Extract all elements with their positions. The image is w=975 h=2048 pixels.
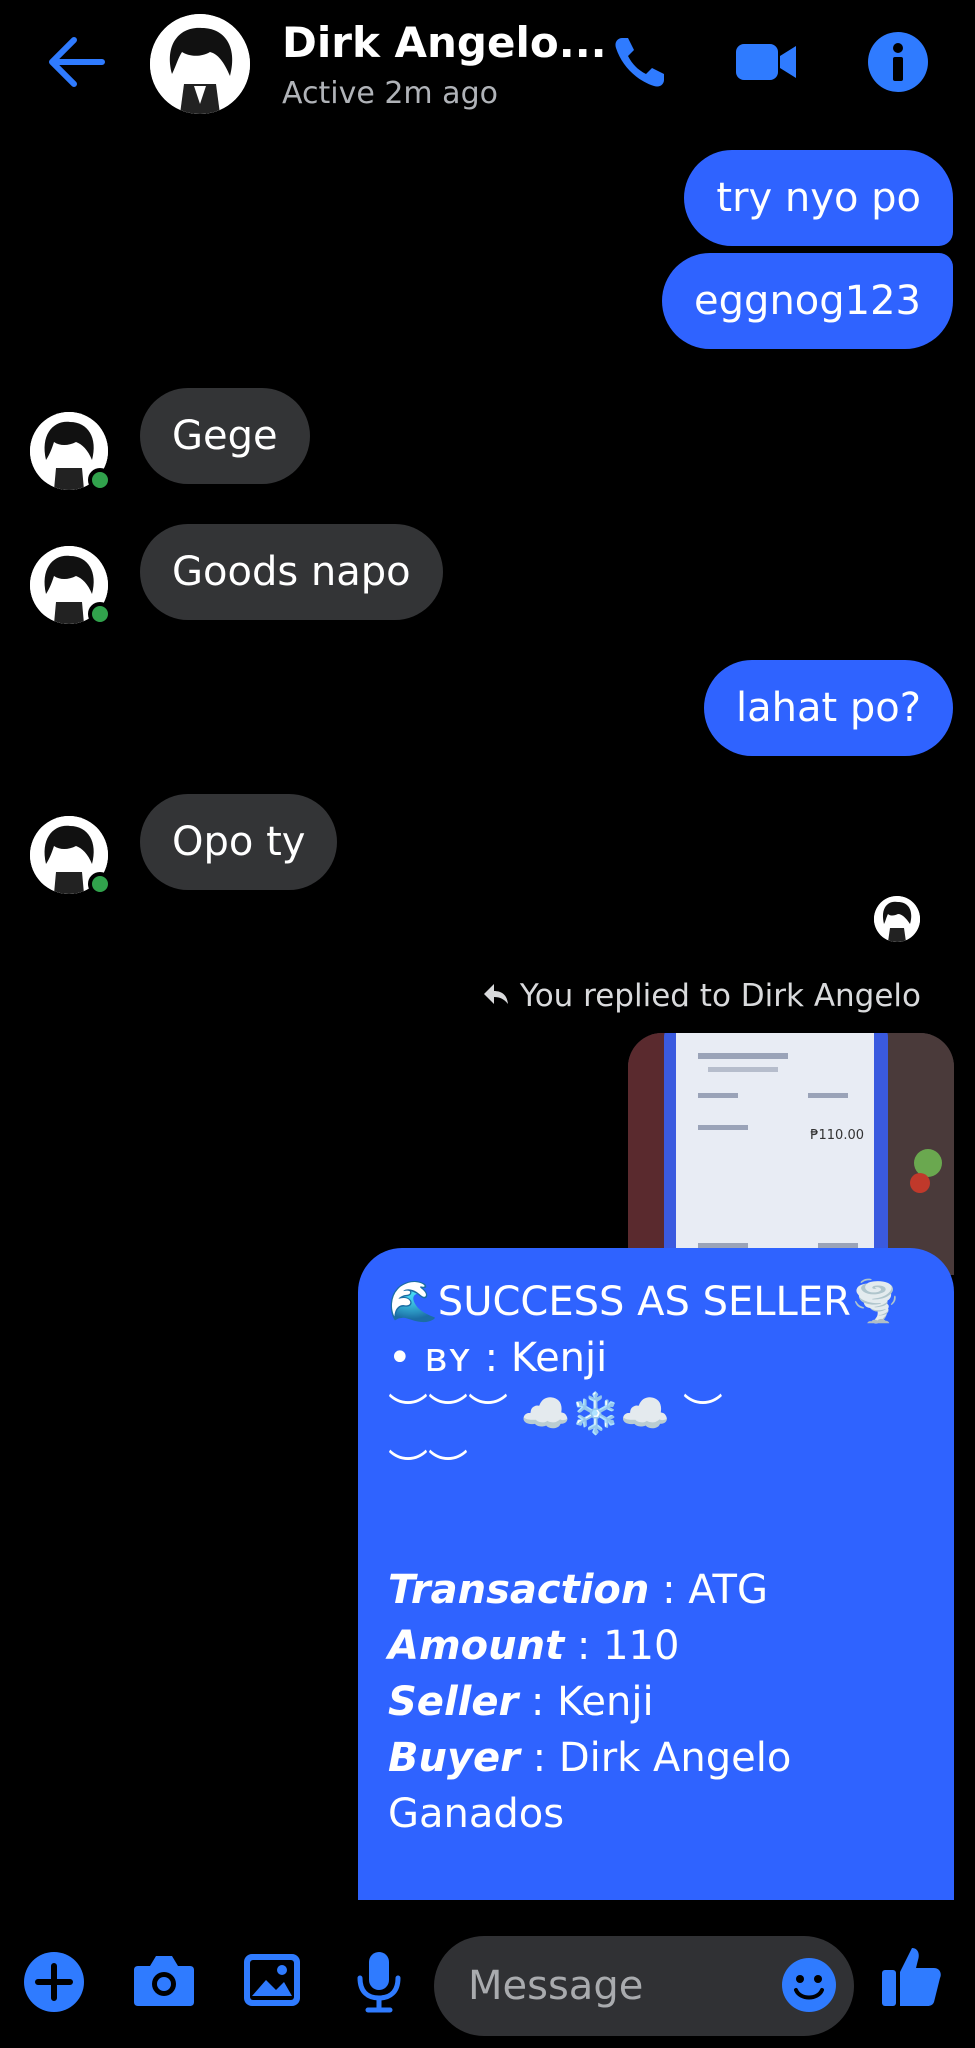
preview-amount-text: ₱110.00 [810, 1128, 864, 1143]
outgoing-message[interactable]: try nyo po [684, 150, 953, 246]
card-row-seller: Seller : Kenji [388, 1679, 654, 1725]
online-indicator [88, 872, 112, 896]
card-by-line: • ʙʏ : Kenji [388, 1335, 608, 1381]
card-row-buyer-continued: Ganados [388, 1791, 565, 1837]
reply-arrow-icon [483, 984, 508, 1004]
contact-name[interactable]: Dirk Angelo... [282, 18, 607, 67]
info-icon[interactable] [866, 30, 930, 94]
incoming-message[interactable]: Gege [140, 388, 310, 484]
video-call-icon[interactable] [734, 30, 798, 94]
contact-avatar[interactable] [150, 14, 250, 114]
card-row-buyer: Buyer : Dirk Angelo [388, 1735, 792, 1781]
card-row-transaction: Transaction : ATG [388, 1567, 768, 1613]
incoming-message[interactable]: Opo ty [140, 794, 338, 890]
card-row-amount: Amount : 110 [388, 1623, 680, 1669]
sender-avatar[interactable] [30, 816, 112, 896]
microphone-icon[interactable] [354, 1950, 404, 2014]
message-composer [0, 1900, 975, 2048]
success-seller-message[interactable]: 🌊SUCCESS AS SELLER🌪️ • ʙʏ : Kenji ︶︶︶ ☁️… [358, 1248, 954, 1904]
camera-icon[interactable] [132, 1950, 196, 2010]
online-indicator [88, 468, 112, 492]
seen-receipt-avatar [874, 896, 920, 942]
active-status: Active 2m ago [282, 76, 498, 111]
sender-avatar[interactable] [30, 412, 112, 492]
incoming-message[interactable]: Goods napo [140, 524, 443, 620]
card-decoration: ︶︶︶ ☁️❄️☁️ ︶ [388, 1391, 723, 1437]
replied-image-preview[interactable]: ₱110.00 [628, 1033, 954, 1275]
outgoing-message[interactable]: eggnog123 [662, 253, 953, 349]
card-title: 🌊SUCCESS AS SELLER🌪️ [388, 1279, 901, 1325]
thumbs-up-icon[interactable] [880, 1944, 942, 2008]
back-arrow-icon[interactable] [44, 34, 108, 90]
outgoing-message[interactable]: lahat po? [704, 660, 953, 756]
phone-call-icon[interactable] [608, 30, 672, 94]
plus-icon[interactable] [22, 1950, 86, 2014]
sender-avatar[interactable] [30, 546, 112, 626]
card-decoration: ︶︶ [388, 1447, 468, 1493]
gallery-icon[interactable] [242, 1950, 302, 2010]
reply-notice: You replied to Dirk Angelo [482, 978, 921, 1014]
emoji-icon[interactable] [780, 1956, 838, 2014]
chat-header: Dirk Angelo... Active 2m ago [0, 0, 975, 130]
online-indicator [88, 602, 112, 626]
reply-notice-text: You replied to Dirk Angelo [519, 978, 921, 1014]
